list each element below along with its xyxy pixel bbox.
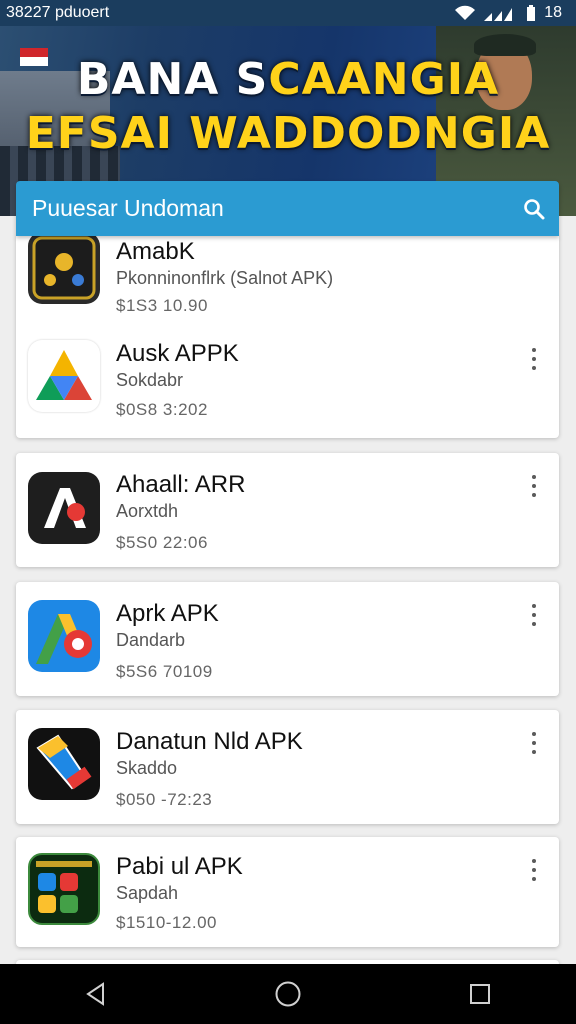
app-card: AmabK Pkonninonflrk (Salnot APK) $1S3 10… [16, 232, 559, 438]
app-name: AmabK [116, 238, 195, 265]
recents-icon[interactable] [450, 964, 510, 1024]
banner-title-line2: EFSAI WADDODNGIA [25, 108, 551, 159]
more-options-icon[interactable] [527, 732, 541, 754]
app-price: $1S3 10.90 [116, 296, 208, 315]
app-price: $0S8 3:202 [116, 400, 208, 419]
status-bar: 38227 pduoert 18 [0, 0, 576, 26]
app-price: $5S6 70109 [116, 662, 213, 681]
app-icon-rocket [28, 728, 100, 800]
app-subtitle: Sapdah [116, 883, 179, 903]
app-card[interactable]: Pabi ul APK Sapdah $1510-12.00 [16, 837, 559, 947]
app-card[interactable]: Danatun Nld APK Skaddo $050 -72:23 [16, 710, 559, 824]
app-icon-drive [28, 340, 100, 412]
battery-level: 18 [544, 4, 562, 21]
app-name: Danatun Nld APK [116, 728, 303, 755]
app-price: $050 -72:23 [116, 790, 213, 809]
app-subtitle: Dandarb [116, 630, 186, 650]
more-options-icon[interactable] [527, 348, 541, 370]
app-name: Aprk APK [116, 600, 219, 627]
app-icon-game [28, 232, 100, 304]
status-time: 38227 pduoert [6, 4, 110, 21]
app-subtitle: Aorxtdh [116, 501, 179, 521]
banner-title-line1: BANA SCAANGIA [76, 54, 500, 105]
app-subtitle: Pkonninonflrk (Salnot APK) [116, 268, 334, 288]
navigation-bar [0, 964, 576, 1024]
back-icon[interactable] [66, 964, 126, 1024]
search-icon[interactable] [523, 198, 545, 220]
search-bar[interactable]: Puuesar Undoman [16, 181, 559, 236]
battery-icon [527, 5, 536, 21]
app-subtitle: Sokdabr [116, 370, 184, 390]
app-subtitle: Skaddo [116, 758, 178, 778]
app-name: Ausk APPK [116, 340, 239, 367]
more-options-icon[interactable] [527, 475, 541, 497]
app-name: Ahaall: ARR [116, 471, 246, 498]
more-options-icon[interactable] [527, 604, 541, 626]
app-card[interactable]: Ahaall: ARR Aorxtdh $5S0 22:06 [16, 453, 559, 567]
wifi-icon [455, 5, 476, 20]
search-input[interactable]: Puuesar Undoman [32, 195, 224, 222]
app-card[interactable]: Aprk APK Dandarb $5S6 70109 [16, 582, 559, 696]
status-icons: 18 [454, 4, 562, 22]
more-options-icon[interactable] [527, 859, 541, 881]
app-price: $1510-12.00 [116, 913, 217, 932]
app-name: Pabi ul APK [116, 853, 243, 880]
app-icon-a-black [28, 472, 100, 544]
app-icon-a-blue [28, 600, 100, 672]
list-item[interactable]: Ausk APPK Sokdabr $0S8 3:202 [16, 336, 559, 436]
signal-icon [484, 8, 513, 21]
app-icon-grid [28, 853, 100, 925]
list-item[interactable]: AmabK Pkonninonflrk (Salnot APK) $1S3 10… [16, 232, 559, 336]
app-price: $5S0 22:06 [116, 533, 208, 552]
home-icon[interactable] [258, 964, 318, 1024]
